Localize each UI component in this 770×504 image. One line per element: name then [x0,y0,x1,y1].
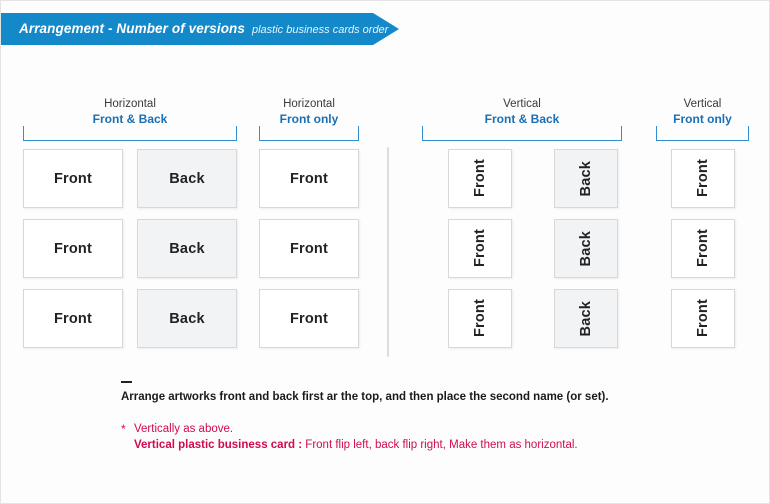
note-line-1: Vertically as above. [134,423,234,435]
group-head-labels: Horizontal Front & Back [23,97,237,127]
note-main-text: Arrange artworks front and back first ar… [121,391,609,403]
card-row: Front Back [23,149,237,208]
group-head-labels: Horizontal Front only [259,97,359,127]
note-line-2-strong: Vertical plastic business card : [134,439,303,451]
card-front[interactable]: Front [23,149,123,208]
card-label: Front [472,229,488,268]
card-grid: Front Back Front Back Front Back [23,149,237,348]
card-label: Front [289,310,329,327]
header-banner: Arrangement - Number of versions plastic … [1,13,401,45]
card-label: Back [169,310,205,327]
card-row: Front Back [448,219,622,278]
card-grid: Front Front Front [656,149,749,348]
group-horizontal-front-only: Horizontal Front only Front Front Front [259,97,359,359]
card-front[interactable]: Front [259,149,359,208]
group-header: Horizontal Front only [259,97,359,141]
card-grid: Front Front Front [259,149,359,348]
card-label: Front [472,159,488,198]
card-row: Front [259,289,359,348]
card-label: Back [578,160,594,197]
note-warning-block: * Vertically as above. Vertical plastic … [121,421,741,453]
card-front[interactable]: Front [23,219,123,278]
group-header-tab [422,126,622,141]
card-row: Front Back [23,219,237,278]
card-label: Front [695,159,711,198]
group-header: Vertical Front only [656,97,749,141]
card-label: Back [578,300,594,337]
card-row: Front Back [23,289,237,348]
card-label: Front [289,240,329,257]
section-divider [387,147,389,357]
card-front[interactable]: Front [23,289,123,348]
group-vertical-front-only: Vertical Front only Front Front Front [656,97,749,359]
group-head-labels: Vertical Front & Back [422,97,622,127]
card-label: Front [53,170,93,187]
card-back[interactable]: Back [137,149,237,208]
group-orientation-label: Vertical [503,98,541,110]
card-front[interactable]: Front [259,219,359,278]
card-row: Front [259,149,359,208]
group-sides-label: Front & Back [92,112,168,126]
arrangement-groups: Horizontal Front & Back Front Back Front… [1,97,770,367]
card-grid: Front Back Front Back Front Back [422,149,622,348]
group-sides-label: Front only [279,112,339,126]
notes-section: Arrange artworks front and back first ar… [121,381,741,453]
card-front[interactable]: Front [259,289,359,348]
card-row: Front Back [448,289,622,348]
note-dash-icon [121,381,132,383]
group-sides-label: Front & Back [484,112,560,126]
group-horizontal-front-back: Horizontal Front & Back Front Back Front… [23,97,237,359]
card-label: Front [53,240,93,257]
group-header-tab [259,126,359,141]
page-subtitle: plastic business cards order [252,24,389,36]
card-back[interactable]: Back [137,219,237,278]
card-back[interactable]: Back [137,289,237,348]
card-label: Back [169,170,205,187]
card-label: Front [53,310,93,327]
card-row: Front [259,219,359,278]
card-front[interactable]: Front [448,289,512,348]
card-front[interactable]: Front [671,149,735,208]
card-label: Front [695,229,711,268]
group-orientation-label: Vertical [683,98,722,110]
card-back[interactable]: Back [554,289,618,348]
group-header: Horizontal Front & Back [23,97,237,141]
card-row: Front Back [448,149,622,208]
page-title: Arrangement - Number of versions [19,21,245,36]
card-label: Front [695,299,711,338]
page-root: Arrangement - Number of versions plastic … [0,0,770,504]
card-front[interactable]: Front [448,219,512,278]
card-row: Front [671,219,749,278]
card-front[interactable]: Front [671,219,735,278]
card-label: Back [169,240,205,257]
card-label: Back [578,230,594,267]
card-front[interactable]: Front [671,289,735,348]
group-header-tab [656,126,749,141]
banner-text-group: Arrangement - Number of versions plastic … [19,13,388,45]
card-row: Front [671,149,749,208]
group-header-tab [23,126,237,141]
group-orientation-label: Horizontal [104,98,156,110]
card-back[interactable]: Back [554,149,618,208]
card-back[interactable]: Back [554,219,618,278]
group-head-labels: Vertical Front only [656,97,749,127]
note-line-2-rest: Front flip left, back flip right, Make t… [302,439,578,451]
card-label: Front [472,299,488,338]
card-front[interactable]: Front [448,149,512,208]
group-orientation-label: Horizontal [283,98,335,110]
group-sides-label: Front only [673,112,732,126]
card-label: Front [289,170,329,187]
note-line-2: Vertical plastic business card : Front f… [134,437,741,453]
group-header: Vertical Front & Back [422,97,622,141]
group-vertical-front-back: Vertical Front & Back Front Back Front B… [422,97,622,359]
asterisk-icon: * [121,422,126,436]
card-row: Front [671,289,749,348]
